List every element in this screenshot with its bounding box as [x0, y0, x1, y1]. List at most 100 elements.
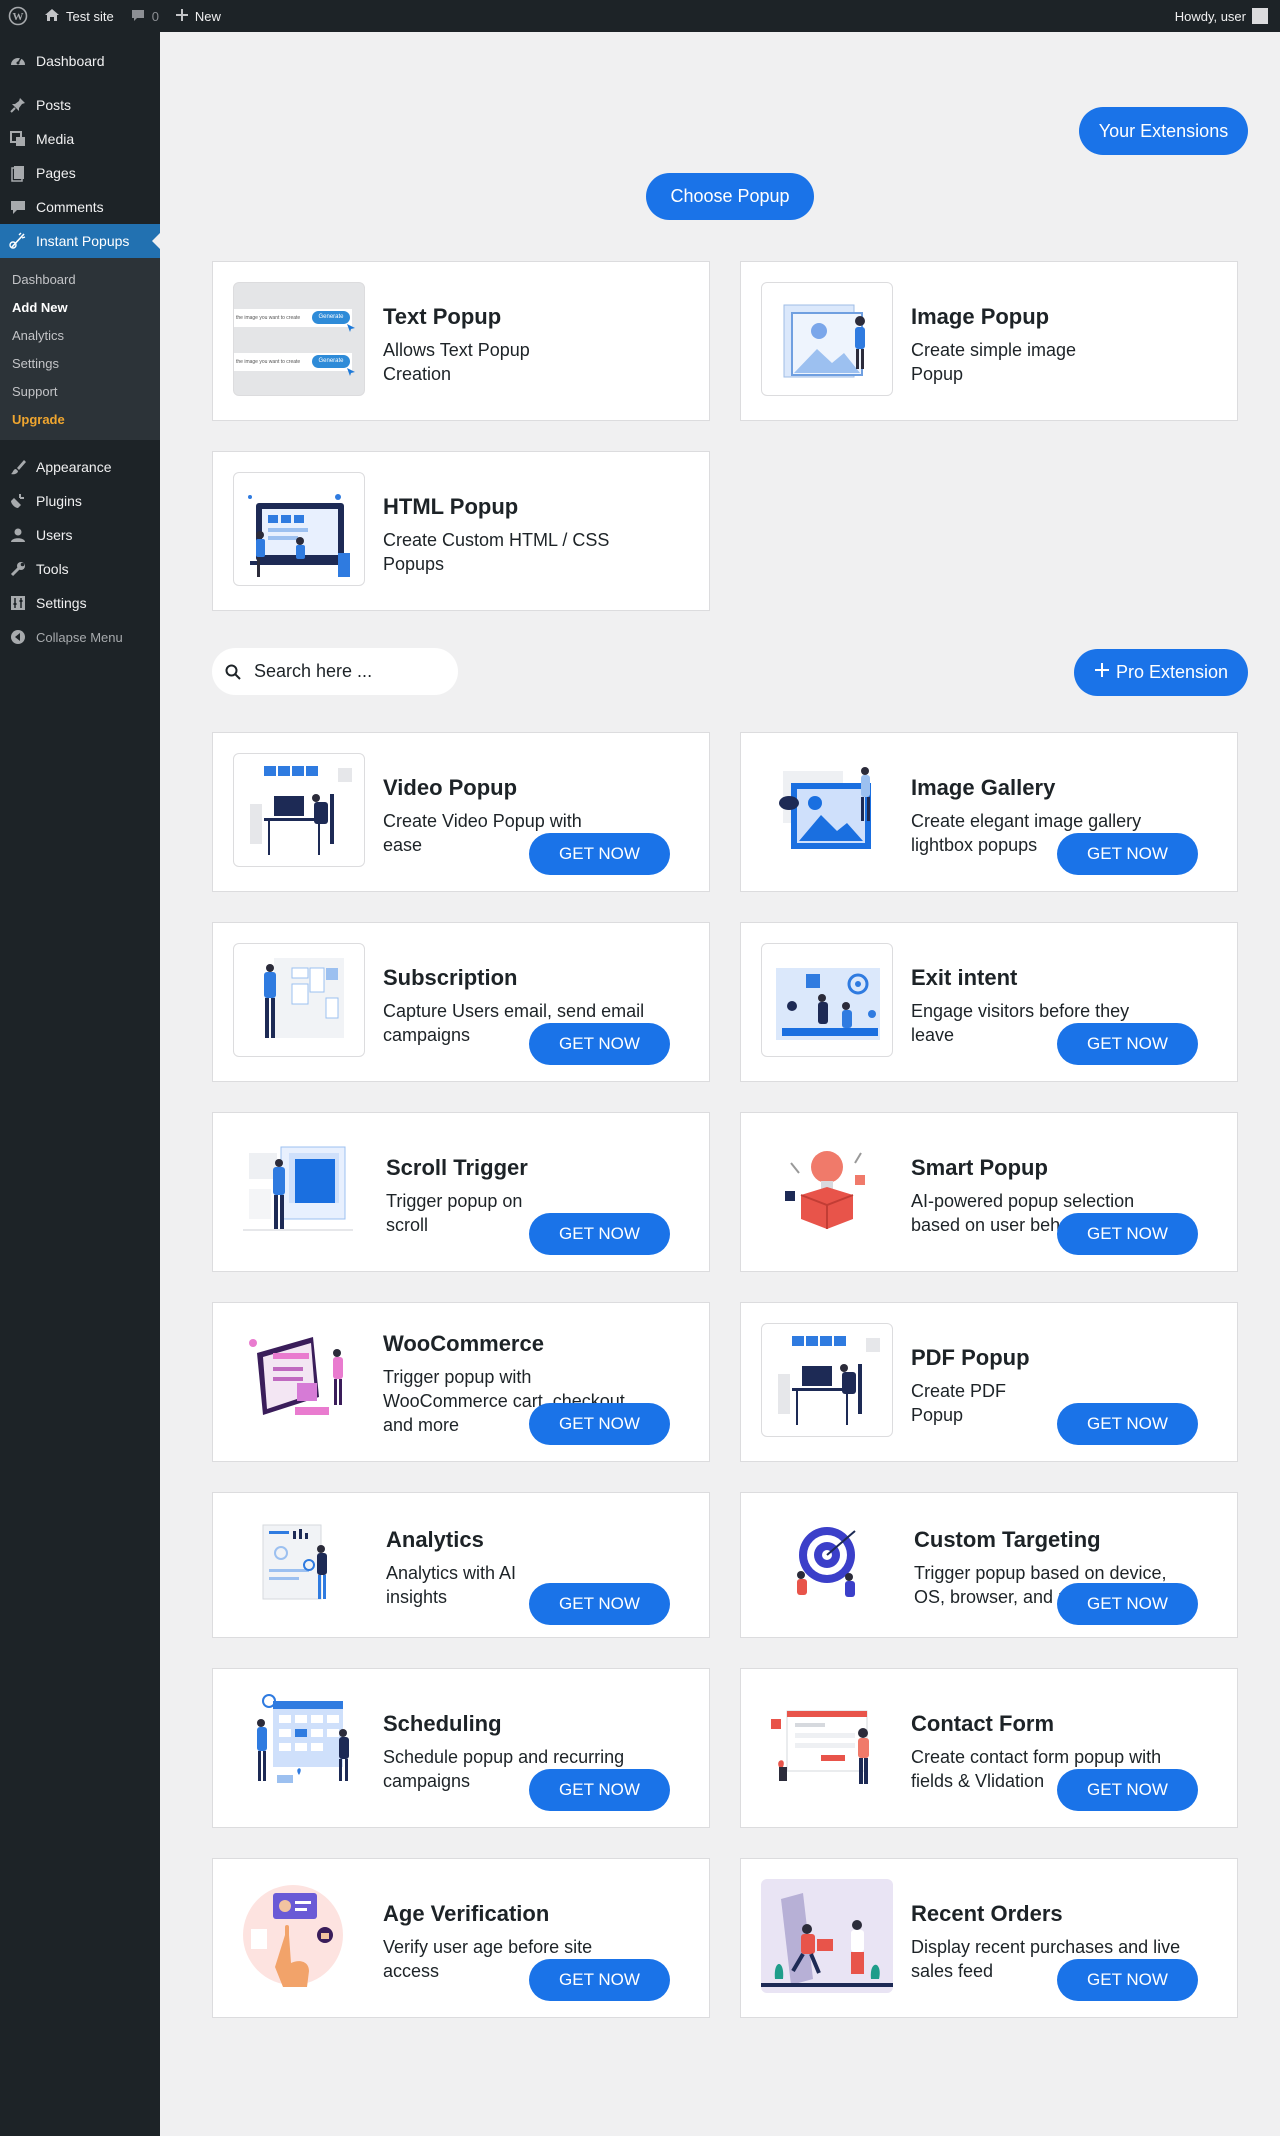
comments-count: 0 [151, 8, 159, 24]
submenu-upgrade[interactable]: Upgrade [0, 405, 160, 433]
analytics-thumbnail [233, 1509, 365, 1623]
menu-pages[interactable]: Pages [0, 156, 160, 190]
card-analytics[interactable]: Analytics Analytics with AI insights GET… [212, 1492, 710, 1638]
submenu-dashboard[interactable]: Dashboard [0, 265, 160, 293]
card-video-popup[interactable]: Video Popup Create Video Popup with ease… [212, 732, 710, 892]
submenu-analytics[interactable]: Analytics [0, 321, 160, 349]
card-description: Create Custom HTML / CSS Popups [383, 530, 610, 574]
card-title: Custom Targeting [914, 1527, 1101, 1552]
scheduling-thumbnail [233, 1689, 365, 1803]
get-now-button[interactable]: GET NOW [529, 1583, 670, 1625]
get-now-button[interactable]: GET NOW [529, 1769, 670, 1811]
card-woocommerce[interactable]: WooCommerce Trigger popup with WooCommer… [212, 1302, 710, 1462]
pushpin-icon [8, 95, 28, 115]
media-icon [8, 129, 28, 149]
get-now-button[interactable]: GET NOW [1057, 1959, 1198, 2001]
menu-comments[interactable]: Comments [0, 190, 160, 224]
subscription-thumbnail [233, 943, 365, 1057]
pro-extension-label: Pro Extension [1115, 662, 1229, 682]
get-now-button[interactable]: GET NOW [529, 1023, 670, 1065]
card-age-verification[interactable]: Age Verification Verify user age before … [212, 1858, 710, 2018]
contact-form-thumbnail [761, 1689, 893, 1803]
exit-intent-thumbnail [761, 943, 893, 1057]
card-custom-targeting[interactable]: Custom Targeting Trigger popup based on … [740, 1492, 1238, 1638]
card-subscription[interactable]: Subscription Capture Users email, send e… [212, 922, 710, 1082]
card-image-popup[interactable]: Image Popup Create simple image Popup [740, 261, 1238, 421]
card-html-popup[interactable]: HTML Popup Create Custom HTML / CSS Popu… [212, 451, 710, 611]
wrench-icon [8, 559, 28, 579]
card-scroll-trigger[interactable]: Scroll Trigger Trigger popup on scroll G… [212, 1112, 710, 1272]
submenu-add-new[interactable]: Add New [0, 293, 160, 321]
collapse-menu-button[interactable]: Collapse Menu [0, 620, 160, 654]
comment-bubble-icon [130, 7, 146, 26]
cursor-icon [347, 368, 355, 376]
menu-dashboard[interactable]: Dashboard [0, 44, 160, 78]
card-title: HTML Popup [383, 494, 519, 519]
card-title: Image Gallery [911, 775, 1056, 800]
get-now-button[interactable]: GET NOW [529, 1959, 670, 2001]
menu-appearance-label: Appearance [36, 459, 112, 475]
new-label: New [194, 8, 221, 24]
menu-users-label: Users [36, 527, 73, 543]
get-now-button[interactable]: GET NOW [1057, 1769, 1198, 1811]
search-input[interactable] [254, 661, 434, 682]
your-extensions-button[interactable]: Your Extensions [1079, 107, 1248, 155]
video-popup-thumbnail [233, 753, 365, 867]
instant-popups-submenu: Dashboard Add New Analytics Settings Sup… [0, 258, 160, 440]
comments-link[interactable]: 0 [122, 0, 167, 32]
woocommerce-thumbnail [233, 1323, 365, 1437]
menu-pages-label: Pages [36, 165, 76, 181]
card-description: Trigger popup on scroll [386, 1191, 523, 1235]
get-now-button[interactable]: GET NOW [529, 1213, 670, 1255]
card-smart-popup[interactable]: Smart Popup AI-powered popup selection b… [740, 1112, 1238, 1272]
get-now-button[interactable]: GET NOW [1057, 1403, 1198, 1445]
get-now-button[interactable]: GET NOW [1057, 1583, 1198, 1625]
text-popup-thumbnail: the image you want to create Generate th… [233, 282, 365, 396]
get-now-button[interactable]: GET NOW [1057, 1023, 1198, 1065]
menu-appearance[interactable]: Appearance [0, 450, 160, 484]
menu-settings[interactable]: Settings [0, 586, 160, 620]
card-pdf-popup[interactable]: PDF Popup Create PDF Popup GET NOW [740, 1302, 1238, 1462]
thumb-generate-button: Generate [312, 355, 350, 368]
card-image-gallery[interactable]: Image Gallery Create elegant image galle… [740, 732, 1238, 892]
get-now-button[interactable]: GET NOW [1057, 833, 1198, 875]
pro-extension-button[interactable]: Pro Extension [1074, 649, 1248, 696]
get-now-button[interactable]: GET NOW [1057, 1213, 1198, 1255]
my-account-link[interactable]: Howdy, user [1167, 0, 1280, 32]
menu-posts-label: Posts [36, 97, 72, 113]
card-contact-form[interactable]: Contact Form Create contact form popup w… [740, 1668, 1238, 1828]
instant-popups-logo-icon [8, 231, 28, 251]
avatar [1252, 8, 1268, 24]
menu-media[interactable]: Media [0, 122, 160, 156]
choose-popup-button[interactable]: Choose Popup [646, 173, 814, 220]
menu-tools[interactable]: Tools [0, 552, 160, 586]
card-description: Create PDF Popup [911, 1381, 1007, 1425]
card-exit-intent[interactable]: Exit intent Engage visitors before they … [740, 922, 1238, 1082]
search-box[interactable] [212, 648, 458, 695]
card-scheduling[interactable]: Scheduling Schedule popup and recurring … [212, 1668, 710, 1828]
card-title: WooCommerce [383, 1331, 544, 1356]
plus-icon [175, 8, 189, 25]
get-now-button[interactable]: GET NOW [529, 1403, 670, 1445]
submenu-settings[interactable]: Settings [0, 349, 160, 377]
wordpress-logo-icon[interactable]: W [0, 0, 36, 32]
card-recent-orders[interactable]: Recent Orders Display recent purchases a… [740, 1858, 1238, 2018]
card-title: Recent Orders [911, 1901, 1063, 1926]
card-title: Video Popup [383, 775, 518, 800]
menu-dashboard-label: Dashboard [36, 53, 105, 69]
get-now-button[interactable]: GET NOW [529, 833, 670, 875]
card-text-popup[interactable]: the image you want to create Generate th… [212, 261, 710, 421]
card-title: Analytics [386, 1527, 484, 1552]
menu-instant-popups[interactable]: Instant Popups [0, 224, 160, 258]
menu-plugins[interactable]: Plugins [0, 484, 160, 518]
menu-users[interactable]: Users [0, 518, 160, 552]
age-verification-thumbnail [233, 1879, 365, 1993]
new-content-link[interactable]: New [167, 0, 229, 32]
submenu-support[interactable]: Support [0, 377, 160, 405]
cursor-icon [347, 324, 355, 332]
card-title: Contact Form [911, 1711, 1054, 1736]
user-icon [8, 525, 28, 545]
site-name-link[interactable]: Test site [36, 0, 122, 32]
menu-posts[interactable]: Posts [0, 88, 160, 122]
admin-bar: W Test site 0 New Howdy, user [0, 0, 1280, 32]
